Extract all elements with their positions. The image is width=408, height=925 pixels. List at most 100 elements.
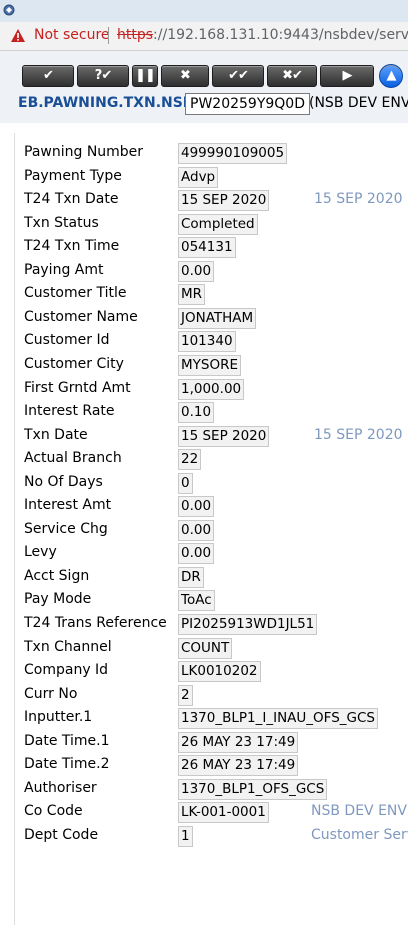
field-label: Txn Channel [24, 638, 112, 655]
field-row: Customer Name JONATHAM [0, 307, 408, 329]
field-value[interactable]: MR [178, 284, 206, 306]
field-value[interactable]: 499990109005 [178, 143, 288, 164]
field-row: T24 Txn Date 15 SEP 2020 15 SEP 2020 [0, 190, 408, 212]
field-label: Co Code [24, 803, 83, 820]
next-button[interactable]: ▶ [320, 65, 374, 87]
field-label: Interest Rate [24, 403, 115, 420]
record-id-field[interactable]: PW20259Y9Q0D [185, 93, 310, 115]
field-row: T24 Txn Time 054131 [0, 237, 408, 259]
field-row: Paying Amt 0.00 [0, 260, 408, 282]
field-value[interactable]: 0.10 [178, 402, 215, 424]
field-row: First Grntd Amt 1,000.00 [0, 378, 408, 400]
field-value[interactable]: 0.00 [178, 260, 215, 282]
url-scheme: https [117, 27, 154, 43]
field-row: No Of Days 0 [0, 472, 408, 494]
field-row: Txn Channel COUNT [0, 637, 408, 659]
not-secure-label[interactable]: Not secure [34, 27, 110, 43]
record-form: Pawning Number 499990109005 Payment Type Ad… [0, 123, 408, 925]
field-value[interactable]: 15 SEP 2020 [178, 425, 270, 447]
page-header: ✔ ?✔ ❚❚ ✖ ✔✔ ✖✔ ▶ ▲ EB.PAWNING.TXN.NSB P… [0, 51, 408, 123]
field-row: Customer City MYSORE [0, 354, 408, 376]
up-button[interactable]: ▲ [379, 64, 403, 88]
validate-button[interactable]: ?✔ [77, 65, 129, 87]
field-value[interactable]: LK-001-0001 [178, 802, 269, 824]
field-row: Co Code LK-001-0001 NSB DEV ENVI [0, 802, 408, 824]
field-row: Interest Rate 0.10 [0, 402, 408, 424]
field-label: Pay Mode [24, 591, 92, 608]
authorise-button[interactable]: ✔✔ [212, 65, 264, 87]
field-row: Customer Id 101340 [0, 331, 408, 353]
field-value[interactable]: 0.00 [178, 496, 215, 518]
field-value[interactable]: 2 [178, 684, 193, 706]
field-row: Authoriser 1370_BLP1_OFS_GCS [0, 778, 408, 800]
field-label: Txn Date [24, 426, 88, 443]
field-row: Payment Type Advp [0, 166, 408, 188]
field-value[interactable]: 0.00 [178, 543, 215, 565]
field-value[interactable]: 26 MAY 23 17:49 [178, 731, 299, 753]
field-value[interactable]: Completed [178, 213, 258, 235]
commit-button[interactable]: ✔ [22, 65, 74, 87]
field-label: Customer Id [24, 332, 110, 349]
browser-app-icon [3, 4, 15, 16]
field-row: Actual Branch 22 [0, 449, 408, 471]
field-value[interactable]: 26 MAY 23 17:49 [178, 755, 299, 777]
field-label: Date Time.1 [24, 732, 110, 749]
field-row: T24 Trans Reference PI2025913WD1JL51 [0, 614, 408, 635]
field-label: Customer Title [24, 285, 127, 302]
field-enrichment: 15 SEP 2020 [314, 426, 403, 443]
field-value[interactable]: MYSORE [178, 354, 241, 376]
field-value[interactable]: 0 [178, 472, 193, 494]
field-value[interactable]: PI2025913WD1JL51 [178, 614, 318, 635]
field-row: Date Time.2 26 MAY 23 17:49 [0, 755, 408, 777]
url-text[interactable]: https://192.168.131.10:9443/nsbdev/servl… [117, 27, 408, 43]
field-row: Levy 0.00 [0, 543, 408, 565]
field-row: Pawning Number 499990109005 [0, 143, 408, 164]
field-row: Interest Amt 0.00 [0, 496, 408, 518]
delete-button[interactable]: ✖ [161, 65, 209, 87]
field-row: Curr No 2 [0, 684, 408, 706]
field-value[interactable]: 1 [178, 825, 193, 847]
field-row: Customer Title MR [0, 284, 408, 306]
field-value[interactable]: 15 SEP 2020 [178, 190, 270, 212]
field-label: Txn Status [24, 214, 99, 231]
field-label: Service Chg [24, 520, 108, 537]
field-row: Company Id LK0010202 [0, 661, 408, 683]
field-value[interactable]: 054131 [178, 237, 236, 259]
hold-button[interactable]: ❚❚ [132, 65, 158, 87]
field-value[interactable]: JONATHAM [178, 307, 257, 329]
field-row: Txn Date 15 SEP 2020 15 SEP 2020 [0, 425, 408, 447]
field-enrichment: 15 SEP 2020 [314, 191, 403, 208]
field-label: T24 Txn Time [24, 238, 120, 255]
field-value[interactable]: DR [178, 566, 204, 588]
reverse-button[interactable]: ✖✔ [267, 65, 317, 87]
field-value[interactable]: COUNT [178, 637, 233, 659]
field-label: Interest Amt [24, 497, 112, 514]
field-label: T24 Txn Date [24, 191, 119, 208]
field-label: No Of Days [24, 473, 103, 490]
field-row: Pay Mode ToAc [0, 590, 408, 612]
address-bar[interactable]: Not secure https://192.168.131.10:9443/n… [0, 22, 408, 51]
field-label: Actual Branch [24, 450, 122, 467]
field-label: Pawning Number [24, 144, 144, 160]
field-label: Dept Code [24, 826, 99, 843]
field-value[interactable]: 22 [178, 449, 202, 471]
field-value[interactable]: ToAc [178, 590, 215, 612]
field-label: Inputter.1 [24, 709, 93, 726]
field-row: Service Chg 0.00 [0, 519, 408, 541]
field-value[interactable]: 0.00 [178, 519, 215, 541]
address-separator [108, 27, 109, 44]
field-value[interactable]: Advp [178, 166, 219, 188]
field-value[interactable]: 101340 [178, 331, 236, 353]
field-row: Acct Sign DR [0, 566, 408, 588]
field-value[interactable]: 1370_BLP1_OFS_GCS [178, 778, 328, 800]
field-enrichment: NSB DEV ENVI [311, 803, 408, 820]
application-name: EB.PAWNING.TXN.NSB [18, 95, 194, 111]
field-value[interactable]: LK0010202 [178, 661, 261, 683]
field-label: Authoriser [24, 779, 97, 796]
field-label: Date Time.2 [24, 756, 110, 773]
field-value[interactable]: 1,000.00 [178, 378, 245, 400]
field-label: Payment Type [24, 167, 122, 184]
field-value[interactable]: 1370_BLP1_I_INAU_OFS_GCS [178, 708, 378, 730]
field-label: Customer Name [24, 308, 138, 325]
field-row: Txn Status Completed [0, 213, 408, 235]
